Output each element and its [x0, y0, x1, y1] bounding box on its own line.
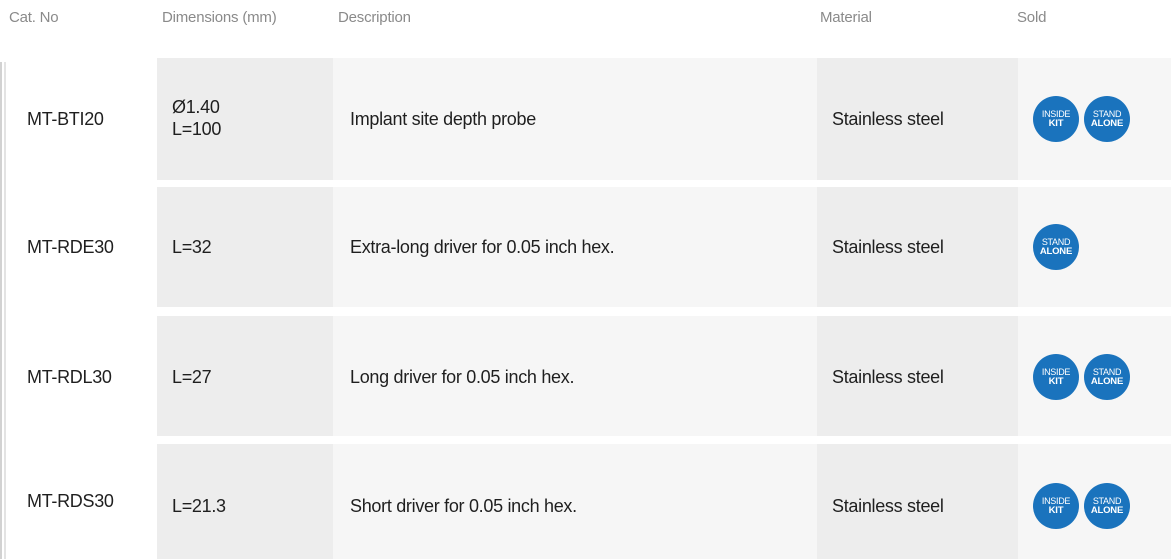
cell-sold: INSIDE KIT STAND ALONE [1018, 58, 1171, 180]
inside-kit-badge[interactable]: INSIDE KIT [1033, 483, 1079, 529]
table-row: MT-RDS30 L=21.3 Short driver for 0.05 in… [9, 444, 1171, 559]
cell-dimensions: L=21.3 [157, 444, 333, 559]
cell-dimensions: L=27 [157, 316, 333, 436]
cat-no-text: MT-BTI20 [27, 109, 104, 129]
dimension-line: L=32 [172, 237, 212, 257]
cell-cat-no: MT-RDE30 [9, 187, 157, 307]
inside-kit-badge[interactable]: INSIDE KIT [1033, 354, 1079, 400]
table-row: MT-RDL30 L=27 Long driver for 0.05 inch … [9, 316, 1171, 436]
header-description: Description [338, 9, 411, 26]
cat-no-text: MT-RDL30 [27, 367, 112, 387]
cell-dimensions: L=32 [157, 187, 333, 307]
description-text: Short driver for 0.05 inch hex. [350, 496, 577, 516]
cell-description: Extra-long driver for 0.05 inch hex. [333, 187, 817, 307]
header-dimensions: Dimensions (mm) [162, 9, 277, 26]
dimension-line: L=27 [172, 367, 212, 387]
stand-alone-badge[interactable]: STAND ALONE [1084, 354, 1130, 400]
product-table: Cat. No Dimensions (mm) Description Mate… [0, 0, 1171, 559]
scroll-track[interactable] [0, 62, 6, 559]
header-cat-no: Cat. No [9, 9, 59, 26]
cat-no-text: MT-RDS30 [27, 491, 114, 511]
table-header: Cat. No Dimensions (mm) Description Mate… [0, 0, 1171, 40]
cell-material: Stainless steel [817, 58, 1018, 180]
description-text: Implant site depth probe [350, 109, 536, 129]
material-text: Stainless steel [832, 496, 944, 516]
cell-cat-no: MT-RDS30 [9, 444, 157, 559]
table-row: MT-BTI20 Ø1.40 L=100 Implant site depth … [9, 58, 1171, 180]
dimension-line: L=100 [172, 119, 222, 139]
cell-description: Implant site depth probe [333, 58, 817, 180]
cat-no-text: MT-RDE30 [27, 237, 114, 257]
cell-sold: INSIDE KIT STAND ALONE [1018, 444, 1171, 559]
cell-cat-no: MT-BTI20 [9, 58, 157, 180]
stand-alone-badge[interactable]: STAND ALONE [1033, 224, 1079, 270]
description-text: Extra-long driver for 0.05 inch hex. [350, 237, 615, 257]
inside-kit-badge[interactable]: INSIDE KIT [1033, 96, 1079, 142]
cell-cat-no: MT-RDL30 [9, 316, 157, 436]
cell-sold: STAND ALONE [1018, 187, 1171, 307]
cell-description: Long driver for 0.05 inch hex. [333, 316, 817, 436]
table-row: MT-RDE30 L=32 Extra-long driver for 0.05… [9, 187, 1171, 307]
description-text: Long driver for 0.05 inch hex. [350, 367, 575, 387]
cell-sold: INSIDE KIT STAND ALONE [1018, 316, 1171, 436]
cell-dimensions: Ø1.40 L=100 [157, 58, 333, 180]
header-material: Material [820, 9, 872, 26]
dimension-line: Ø1.40 [172, 97, 220, 117]
material-text: Stainless steel [832, 109, 944, 129]
cell-material: Stainless steel [817, 316, 1018, 436]
material-text: Stainless steel [832, 237, 944, 257]
header-sold: Sold [1017, 9, 1047, 26]
stand-alone-badge[interactable]: STAND ALONE [1084, 96, 1130, 142]
dimension-line: L=21.3 [172, 496, 226, 516]
stand-alone-badge[interactable]: STAND ALONE [1084, 483, 1130, 529]
material-text: Stainless steel [832, 367, 944, 387]
cell-description: Short driver for 0.05 inch hex. [333, 444, 817, 559]
cell-material: Stainless steel [817, 444, 1018, 559]
cell-material: Stainless steel [817, 187, 1018, 307]
